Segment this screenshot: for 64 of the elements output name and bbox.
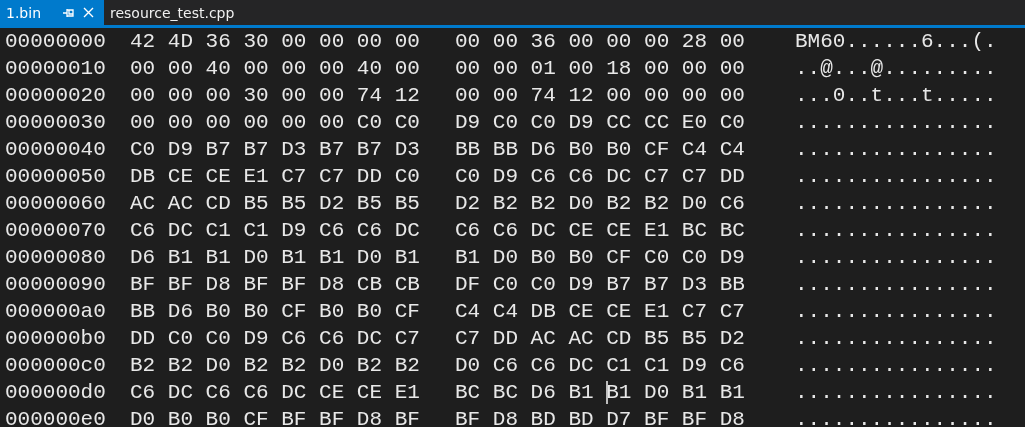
ascii-text: ................ bbox=[795, 354, 997, 377]
offset-cell: 00000010 bbox=[5, 57, 106, 80]
hex-bytes: D9 C0 C0 D9 CC CC E0 C0 bbox=[455, 111, 745, 134]
hex-bytes: D0 B0 B0 CF BF BF D8 BF bbox=[130, 408, 420, 427]
hex-bytes: 00 00 40 00 00 00 40 00 bbox=[130, 57, 420, 80]
offset-cell: 000000e0 bbox=[5, 408, 106, 427]
offset-cell: 00000000 bbox=[5, 30, 106, 53]
hex-bytes: B2 B2 D0 B2 B2 D0 B2 B2 bbox=[130, 354, 420, 377]
offset-cell: 000000d0 bbox=[5, 381, 106, 404]
offset-cell: 00000090 bbox=[5, 273, 106, 296]
ascii-text: ................ bbox=[795, 327, 997, 350]
hex-bytes: DB CE CE E1 C7 C7 DD C0 bbox=[130, 165, 420, 188]
offset-cell: 00000080 bbox=[5, 246, 106, 269]
offset-cell: 00000050 bbox=[5, 165, 106, 188]
hex-bytes: C6 C6 DC CE CE E1 BC BC bbox=[455, 219, 745, 242]
hex-bytes: 00 00 00 30 00 00 74 12 bbox=[130, 84, 420, 107]
hex-bytes: B1 D0 B0 B0 CF C0 C0 D9 bbox=[455, 246, 745, 269]
offset-cell: 00000020 bbox=[5, 84, 106, 107]
hex-bytes: C0 D9 B7 B7 D3 B7 B7 D3 bbox=[130, 138, 420, 161]
hex-bytes: AC AC CD B5 B5 D2 B5 B5 bbox=[130, 192, 420, 215]
ascii-text: BM60......6...(. bbox=[795, 30, 997, 53]
ascii-text: ................ bbox=[795, 192, 997, 215]
hex-bytes: B1 D0 B1 B1 bbox=[606, 381, 745, 404]
hex-bytes: D6 B1 B1 D0 B1 B1 D0 B1 bbox=[130, 246, 420, 269]
ascii-text: ................ bbox=[795, 300, 997, 323]
hex-bytes: DF C0 C0 D9 B7 B7 D3 BB bbox=[455, 273, 745, 296]
ascii-text: ................ bbox=[795, 408, 997, 427]
hex-bytes: BF D8 BD BD D7 BF BF D8 bbox=[455, 408, 745, 427]
hex-bytes: 42 4D 36 30 00 00 00 00 bbox=[130, 30, 420, 53]
hex-bytes: BB D6 B0 B0 CF B0 B0 CF bbox=[130, 300, 420, 323]
ascii-text: ................ bbox=[795, 246, 997, 269]
ascii-text: ................ bbox=[795, 219, 997, 242]
pin-icon[interactable] bbox=[63, 7, 75, 18]
editor-tab[interactable]: 1.bin bbox=[0, 0, 104, 25]
hex-bytes: BC BC D6 B1 bbox=[455, 381, 595, 404]
hex-bytes: C7 DD AC AC CD B5 B5 D2 bbox=[455, 327, 745, 350]
offset-cell: 00000060 bbox=[5, 192, 106, 215]
offset-cell: 00000070 bbox=[5, 219, 106, 242]
hex-bytes: C6 DC C6 C6 DC CE CE E1 bbox=[130, 381, 420, 404]
hex-bytes: 00 00 74 12 00 00 00 00 bbox=[455, 84, 745, 107]
hex-bytes: BB BB D6 B0 B0 CF C4 C4 bbox=[455, 138, 745, 161]
offset-cell: 000000b0 bbox=[5, 327, 106, 350]
offset-cell: 00000030 bbox=[5, 111, 106, 134]
hex-bytes: 00 00 00 00 00 00 C0 C0 bbox=[130, 111, 420, 134]
hex-bytes: 00 00 01 00 18 00 00 00 bbox=[455, 57, 745, 80]
hex-bytes: C4 C4 DB CE CE E1 C7 C7 bbox=[455, 300, 745, 323]
hex-bytes: D0 C6 C6 DC C1 C1 D9 C6 bbox=[455, 354, 745, 377]
offset-cell: 000000a0 bbox=[5, 300, 106, 323]
ascii-text: ...0..t...t..... bbox=[795, 84, 997, 107]
ascii-text: ................ bbox=[795, 165, 997, 188]
ascii-text: ................ bbox=[795, 111, 997, 134]
offset-cell: 000000c0 bbox=[5, 354, 106, 377]
hex-bytes: D2 B2 B2 D0 B2 B2 D0 C6 bbox=[455, 192, 745, 215]
close-icon[interactable] bbox=[83, 7, 94, 18]
hex-bytes: C0 D9 C6 C6 DC C7 C7 DD bbox=[455, 165, 745, 188]
hex-bytes: 00 00 36 00 00 00 28 00 bbox=[455, 30, 745, 53]
hex-bytes: DD C0 C0 D9 C6 C6 DC C7 bbox=[130, 327, 420, 350]
hex-bytes: BF BF D8 BF BF D8 CB CB bbox=[130, 273, 420, 296]
ascii-text: ................ bbox=[795, 138, 997, 161]
ascii-text: ..@...@......... bbox=[795, 57, 997, 80]
ascii-text: ................ bbox=[795, 273, 997, 296]
hex-bytes: C6 DC C1 C1 D9 C6 C6 DC bbox=[130, 219, 420, 242]
ascii-text: ................ bbox=[795, 381, 997, 404]
offset-cell: 00000040 bbox=[5, 138, 106, 161]
